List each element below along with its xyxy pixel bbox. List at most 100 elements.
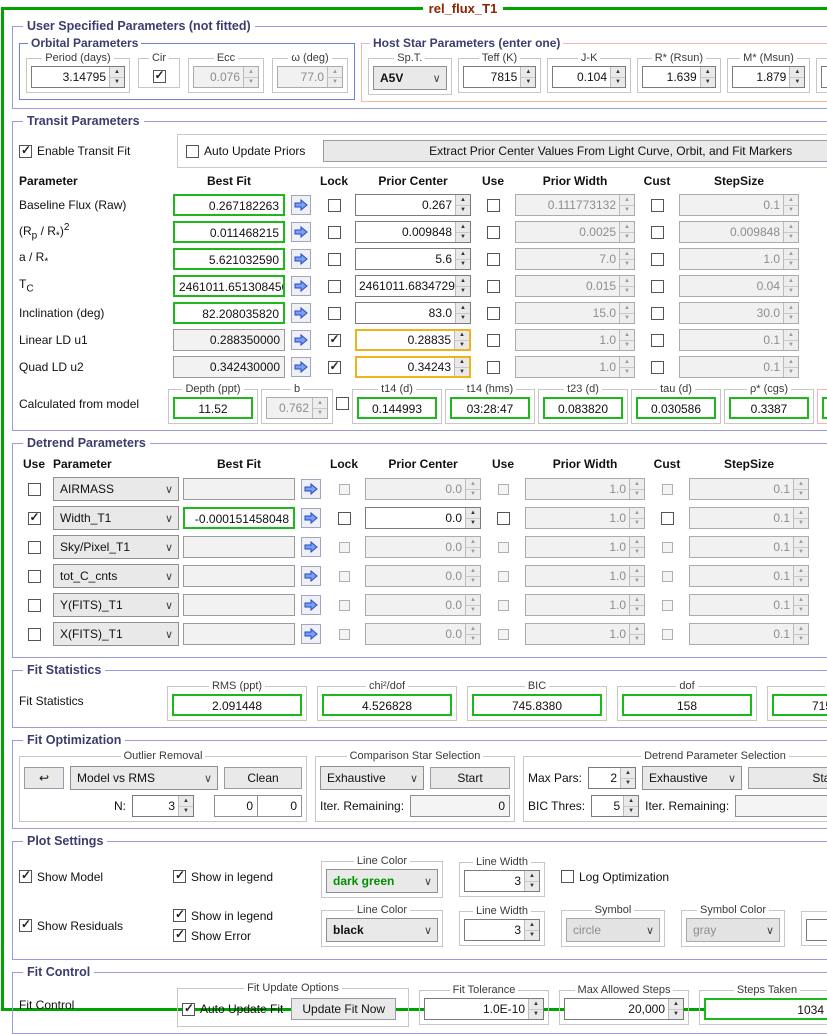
- lock-checkbox[interactable]: [328, 334, 341, 347]
- spin-down-icon[interactable]: [110, 78, 124, 88]
- detrend-param-dropdown[interactable]: X(FITS)_T1: [53, 622, 179, 646]
- clean-button[interactable]: Clean: [224, 767, 302, 789]
- spin-up-icon[interactable]: [456, 222, 470, 233]
- lock-checkbox[interactable]: [328, 199, 341, 212]
- spin-up-icon[interactable]: [466, 508, 480, 519]
- spin-up-icon[interactable]: [521, 67, 535, 78]
- detrend-param-dropdown[interactable]: Sky/Pixel_T1: [53, 535, 179, 559]
- spectral-type-dropdown[interactable]: A5V: [373, 66, 447, 90]
- model-legend-checkbox[interactable]: [173, 870, 186, 883]
- spin-down-icon[interactable]: [529, 1010, 543, 1020]
- enable-transit-fit-checkbox[interactable]: [19, 145, 32, 158]
- spin-up-icon[interactable]: [611, 67, 625, 78]
- use-prior-checkbox[interactable]: [487, 307, 500, 320]
- residuals-legend-checkbox[interactable]: [173, 909, 186, 922]
- spin-up-icon[interactable]: [669, 999, 683, 1010]
- prior-center-input[interactable]: 0.267: [355, 194, 471, 216]
- spin-up-icon[interactable]: [110, 67, 124, 78]
- prior-center-input[interactable]: 5.6: [355, 248, 471, 270]
- max-pars-input[interactable]: 2: [588, 767, 636, 789]
- log-optimization-checkbox[interactable]: [561, 870, 574, 883]
- cir-checkbox[interactable]: [153, 70, 166, 83]
- show-model-checkbox[interactable]: [19, 870, 32, 883]
- custom-step-checkbox[interactable]: [651, 199, 664, 212]
- prior-center-input[interactable]: 0.009848: [355, 221, 471, 243]
- extract-priors-button[interactable]: Extract Prior Center Values From Light C…: [323, 140, 827, 162]
- use-prior-checkbox[interactable]: [487, 199, 500, 212]
- custom-step-checkbox[interactable]: [651, 280, 664, 293]
- use-detrend-checkbox[interactable]: [28, 483, 41, 496]
- transfer-value-button[interactable]: [301, 624, 321, 644]
- use-prior-checkbox[interactable]: [487, 253, 500, 266]
- detrend-param-dropdown[interactable]: Width_T1: [53, 506, 179, 530]
- spin-up-icon[interactable]: [456, 303, 470, 314]
- detrend-sel-start-button[interactable]: Start: [748, 767, 827, 789]
- transfer-value-button[interactable]: [301, 508, 321, 528]
- transfer-value-button[interactable]: [291, 222, 311, 242]
- transfer-value-button[interactable]: [301, 566, 321, 586]
- residuals-line-width-input[interactable]: 3: [464, 919, 540, 941]
- custom-step-checkbox[interactable]: [661, 512, 674, 525]
- spin-down-icon[interactable]: [455, 341, 469, 350]
- show-residuals[interactable]: Show Residuals: [19, 919, 157, 933]
- model-line-color-dropdown[interactable]: dark green: [326, 869, 438, 893]
- spin-up-icon[interactable]: [525, 920, 539, 931]
- spin-down-icon[interactable]: [456, 314, 470, 324]
- prior-center-input[interactable]: 2461011.6834729: [355, 275, 471, 297]
- model-line-width-input[interactable]: 3: [464, 870, 540, 892]
- spin-down-icon[interactable]: [456, 233, 470, 243]
- use-detrend-checkbox[interactable]: [28, 628, 41, 641]
- residuals-show-in-legend[interactable]: Show in legend: [173, 909, 305, 923]
- bic-thres-input[interactable]: 5: [591, 795, 639, 817]
- transfer-value-button[interactable]: [291, 357, 311, 377]
- transfer-value-button[interactable]: [291, 249, 311, 269]
- transfer-value-button[interactable]: [291, 330, 311, 350]
- detrend-sel-mode-dropdown[interactable]: Exhaustive: [642, 766, 742, 790]
- shift-input[interactable]: -0.018: [806, 919, 827, 941]
- impact-param-checkbox[interactable]: [336, 397, 349, 410]
- spin-up-icon[interactable]: [455, 358, 469, 368]
- comp-star-start-button[interactable]: Start: [430, 767, 510, 789]
- log-optimization[interactable]: Log Optimization: [561, 870, 669, 884]
- spin-down-icon[interactable]: [621, 779, 635, 789]
- spin-up-icon[interactable]: [790, 67, 804, 78]
- period-input[interactable]: 3.14795: [31, 66, 125, 88]
- custom-step-checkbox[interactable]: [651, 226, 664, 239]
- show-error-checkbox[interactable]: [173, 929, 186, 942]
- use-prior-checkbox[interactable]: [487, 280, 500, 293]
- auto-update-priors-checkbox[interactable]: [186, 145, 199, 158]
- use-prior-checkbox[interactable]: [487, 226, 500, 239]
- detrend-param-dropdown[interactable]: AIRMASS: [53, 477, 179, 501]
- host-star-field-input[interactable]: 0.104: [552, 66, 626, 88]
- fit-tolerance-input[interactable]: 1.0E-10: [424, 998, 544, 1020]
- spin-up-icon[interactable]: [701, 67, 715, 78]
- transfer-value-button[interactable]: [301, 537, 321, 557]
- transfer-value-button[interactable]: [291, 276, 311, 296]
- auto-update-priors[interactable]: Auto Update Priors: [186, 144, 305, 158]
- use-detrend-checkbox[interactable]: [28, 599, 41, 612]
- spin-up-icon[interactable]: [456, 195, 470, 206]
- use-detrend-checkbox[interactable]: [28, 512, 41, 525]
- spin-down-icon[interactable]: [624, 807, 638, 817]
- outlier-mode-dropdown[interactable]: Model vs RMS: [70, 766, 218, 790]
- spin-up-icon[interactable]: [455, 331, 469, 341]
- max-allowed-steps-input[interactable]: 20,000: [564, 998, 684, 1020]
- spin-down-icon[interactable]: [525, 882, 539, 892]
- custom-step-checkbox[interactable]: [651, 253, 664, 266]
- spin-down-icon[interactable]: [455, 368, 469, 377]
- prior-center-input[interactable]: 0.28835: [355, 329, 471, 351]
- spin-down-icon[interactable]: [669, 1010, 683, 1020]
- prior-center-input[interactable]: 0.0: [365, 507, 481, 529]
- host-star-field-input[interactable]: 1.639: [642, 66, 716, 88]
- spin-up-icon[interactable]: [456, 276, 470, 287]
- spin-down-icon[interactable]: [611, 78, 625, 88]
- enable-transit-fit[interactable]: Enable Transit Fit: [19, 144, 171, 158]
- spin-down-icon[interactable]: [456, 287, 470, 297]
- model-show-in-legend[interactable]: Show in legend: [173, 870, 305, 884]
- transfer-value-button[interactable]: [301, 479, 321, 499]
- spin-down-icon[interactable]: [456, 260, 470, 270]
- lock-checkbox[interactable]: [328, 253, 341, 266]
- custom-step-checkbox[interactable]: [651, 361, 664, 374]
- transfer-value-button[interactable]: [291, 303, 311, 323]
- spin-up-icon[interactable]: [529, 999, 543, 1010]
